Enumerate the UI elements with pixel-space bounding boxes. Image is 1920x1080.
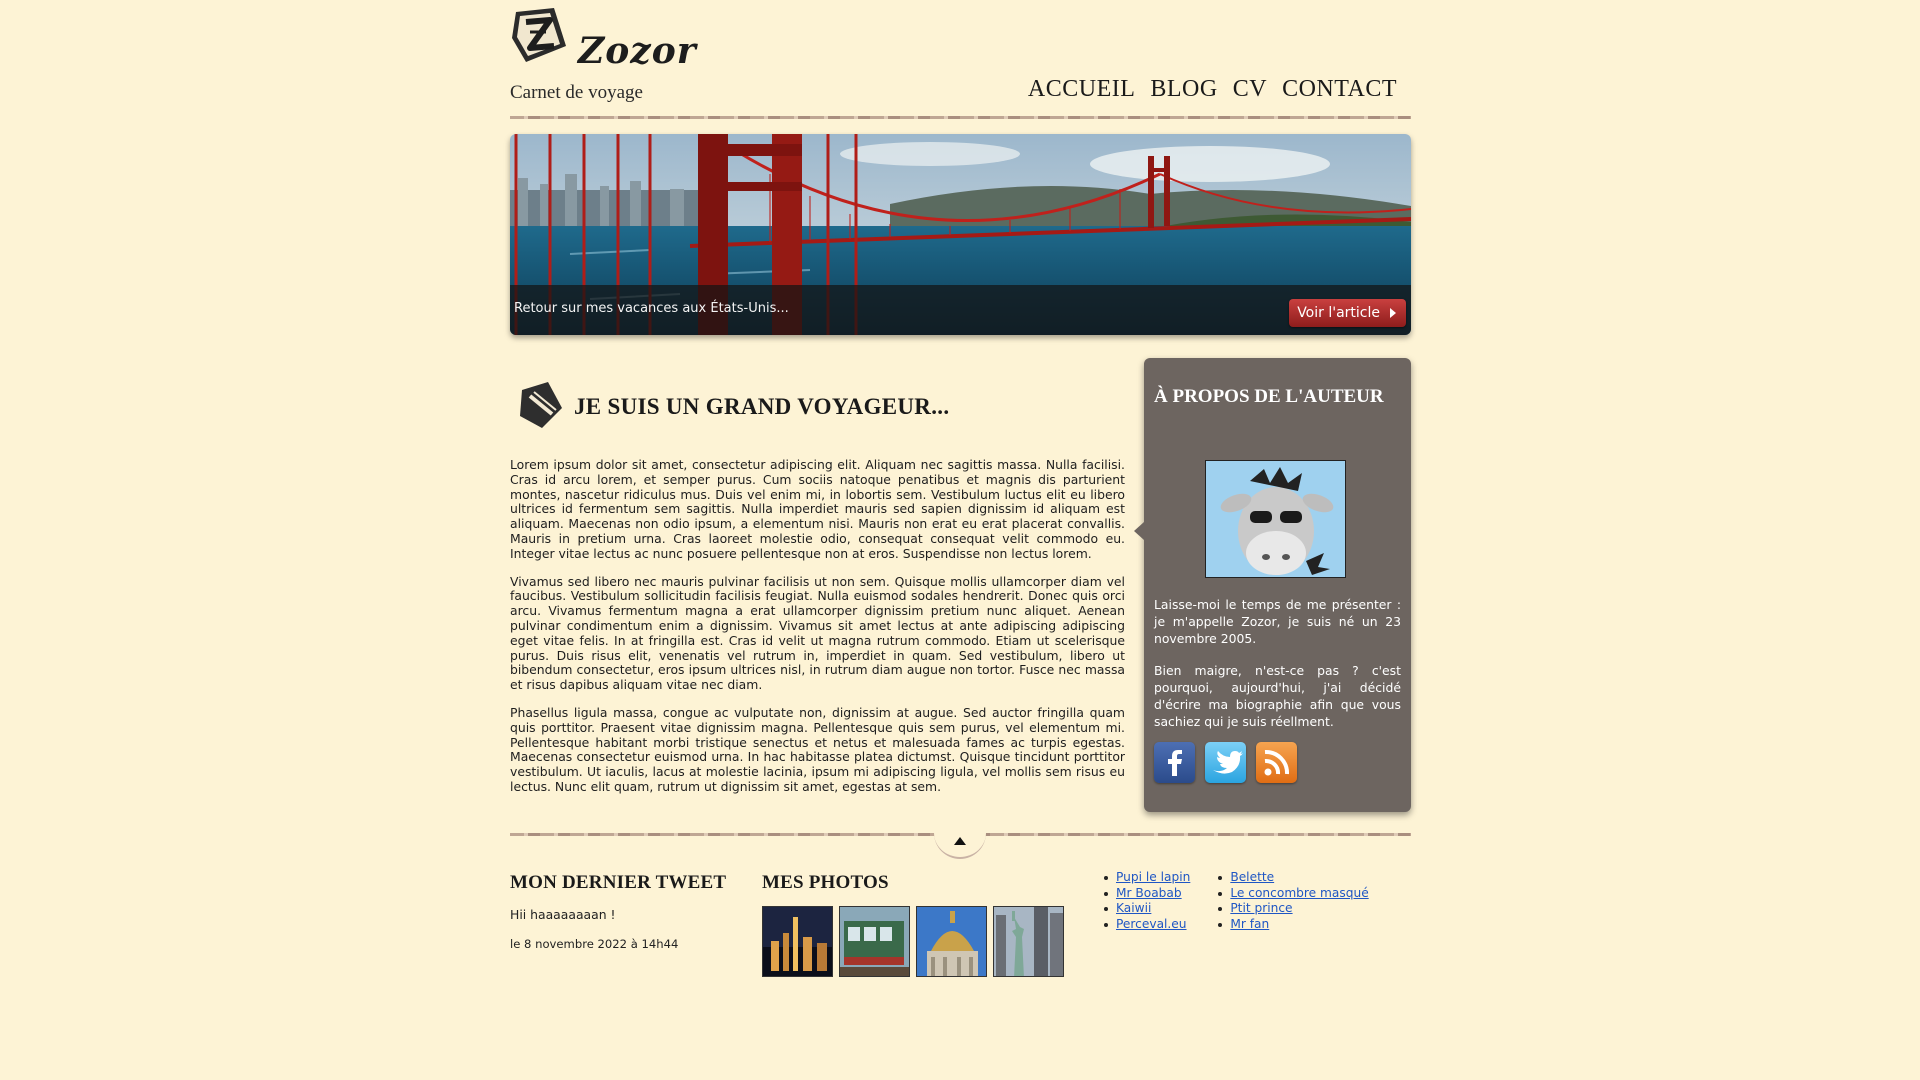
banner-caption: Retour sur mes vacances aux États-Unis..…	[514, 301, 789, 316]
about-paragraph: Bien maigre, n'est-ce pas ? c'est pourqu…	[1154, 663, 1401, 729]
article-body: Lorem ipsum dolor sit amet, consectetur …	[510, 457, 1125, 808]
statue-of-liberty-photo[interactable]	[993, 906, 1064, 977]
nav-cv[interactable]: CV	[1233, 76, 1267, 103]
about-author-text: Laisse-moi le temps de me présenter : je…	[1154, 596, 1401, 745]
twitter-icon[interactable]	[1205, 742, 1246, 783]
list-item: Pupi le lapin	[1104, 870, 1190, 886]
link-perceval[interactable]: Perceval.eu	[1116, 917, 1187, 931]
tweet-date: le 8 novembre 2022 à 14h44	[510, 937, 679, 951]
back-to-top-button[interactable]	[934, 828, 986, 859]
about-paragraph: Laisse-moi le temps de me présenter : je…	[1154, 597, 1401, 646]
zozor-donkey-avatar-icon	[1206, 461, 1345, 577]
my-photos: MES PHOTOS	[762, 872, 1064, 977]
friend-links-col1: Pupi le lapin Mr Boabab Kaiwii Perceval.…	[1104, 870, 1190, 932]
friend-links-col2: Belette Le concombre masqué Ptit prince …	[1218, 870, 1369, 933]
list-item: Kaiwii	[1104, 901, 1190, 917]
nav-blog[interactable]: BLOG	[1150, 76, 1217, 103]
header: Zozor Carnet de voyage ACCUEIL BLOG CV C…	[510, 0, 1411, 120]
article-title: JE SUIS UN GRAND VOYAGEUR...	[574, 394, 950, 419]
list-item: Ptit prince	[1218, 901, 1368, 917]
arrow-right-icon	[1390, 308, 1396, 318]
link-kaiwii[interactable]: Kaiwii	[1116, 901, 1151, 915]
list-item: Belette	[1218, 870, 1368, 886]
facebook-icon[interactable]	[1154, 742, 1195, 783]
quill-icon	[518, 380, 564, 432]
dome-photo[interactable]	[916, 906, 987, 977]
link-pupi-le-lapin[interactable]: Pupi le lapin	[1116, 870, 1190, 884]
article-paragraph: Lorem ipsum dolor sit amet, consectetur …	[510, 457, 1125, 561]
link-ptit-prince[interactable]: Ptit prince	[1230, 901, 1292, 915]
read-article-button[interactable]: Voir l'article	[1289, 299, 1406, 327]
page-wrapper: Zozor Carnet de voyage ACCUEIL BLOG CV C…	[510, 0, 1411, 1080]
link-belette[interactable]: Belette	[1230, 870, 1274, 884]
cable-car-photo[interactable]	[839, 906, 910, 977]
about-author-title: À PROPOS DE L'AUTEUR	[1154, 386, 1384, 407]
article-paragraph: Vivamus sed libero nec mauris pulvinar f…	[510, 573, 1125, 693]
photo-gallery	[762, 906, 1064, 977]
nav-accueil[interactable]: ACCUEIL	[1028, 76, 1136, 103]
main-nav: ACCUEIL BLOG CV CONTACT	[1028, 76, 1397, 103]
nav-contact[interactable]: CONTACT	[1282, 76, 1397, 103]
article-paragraph: Phasellus ligula massa, congue ac vulput…	[510, 704, 1125, 794]
social-links	[1154, 742, 1297, 783]
link-mr-boabab[interactable]: Mr Boabab	[1116, 886, 1182, 900]
brand-name[interactable]: Zozor	[578, 30, 697, 72]
tagline: Carnet de voyage	[510, 82, 643, 103]
friend-links: Pupi le lapin Mr Boabab Kaiwii Perceval.…	[1104, 870, 1369, 932]
link-mr-fan[interactable]: Mr fan	[1230, 917, 1269, 931]
list-item: Mr fan	[1218, 917, 1368, 933]
list-item: Le concombre masqué	[1218, 886, 1369, 902]
rss-icon[interactable]	[1256, 742, 1297, 783]
arrow-up-icon	[954, 837, 966, 845]
list-item: Mr Boabab	[1104, 886, 1190, 902]
new-york-night-photo[interactable]	[762, 906, 833, 977]
banner: Retour sur mes vacances aux États-Unis..…	[510, 134, 1411, 335]
link-le-concombre-masque[interactable]: Le concombre masqué	[1230, 886, 1368, 900]
panel-notch	[1134, 522, 1144, 540]
read-article-label: Voir l'article	[1297, 305, 1380, 321]
tweet-text: Hii haaaaaaaan !	[510, 907, 616, 922]
list-item: Perceval.eu	[1104, 917, 1190, 933]
last-tweet: MON DERNIER TWEET Hii haaaaaaaan ! le 8 …	[510, 872, 730, 951]
header-divider	[510, 116, 1411, 119]
my-photos-title: MES PHOTOS	[762, 872, 889, 893]
last-tweet-title: MON DERNIER TWEET	[510, 872, 727, 893]
zozor-logo-icon[interactable]	[510, 8, 568, 66]
about-author-panel: À PROPOS DE L'AUTEUR Laisse-moi le temps…	[1134, 358, 1411, 812]
avatar	[1205, 460, 1346, 578]
